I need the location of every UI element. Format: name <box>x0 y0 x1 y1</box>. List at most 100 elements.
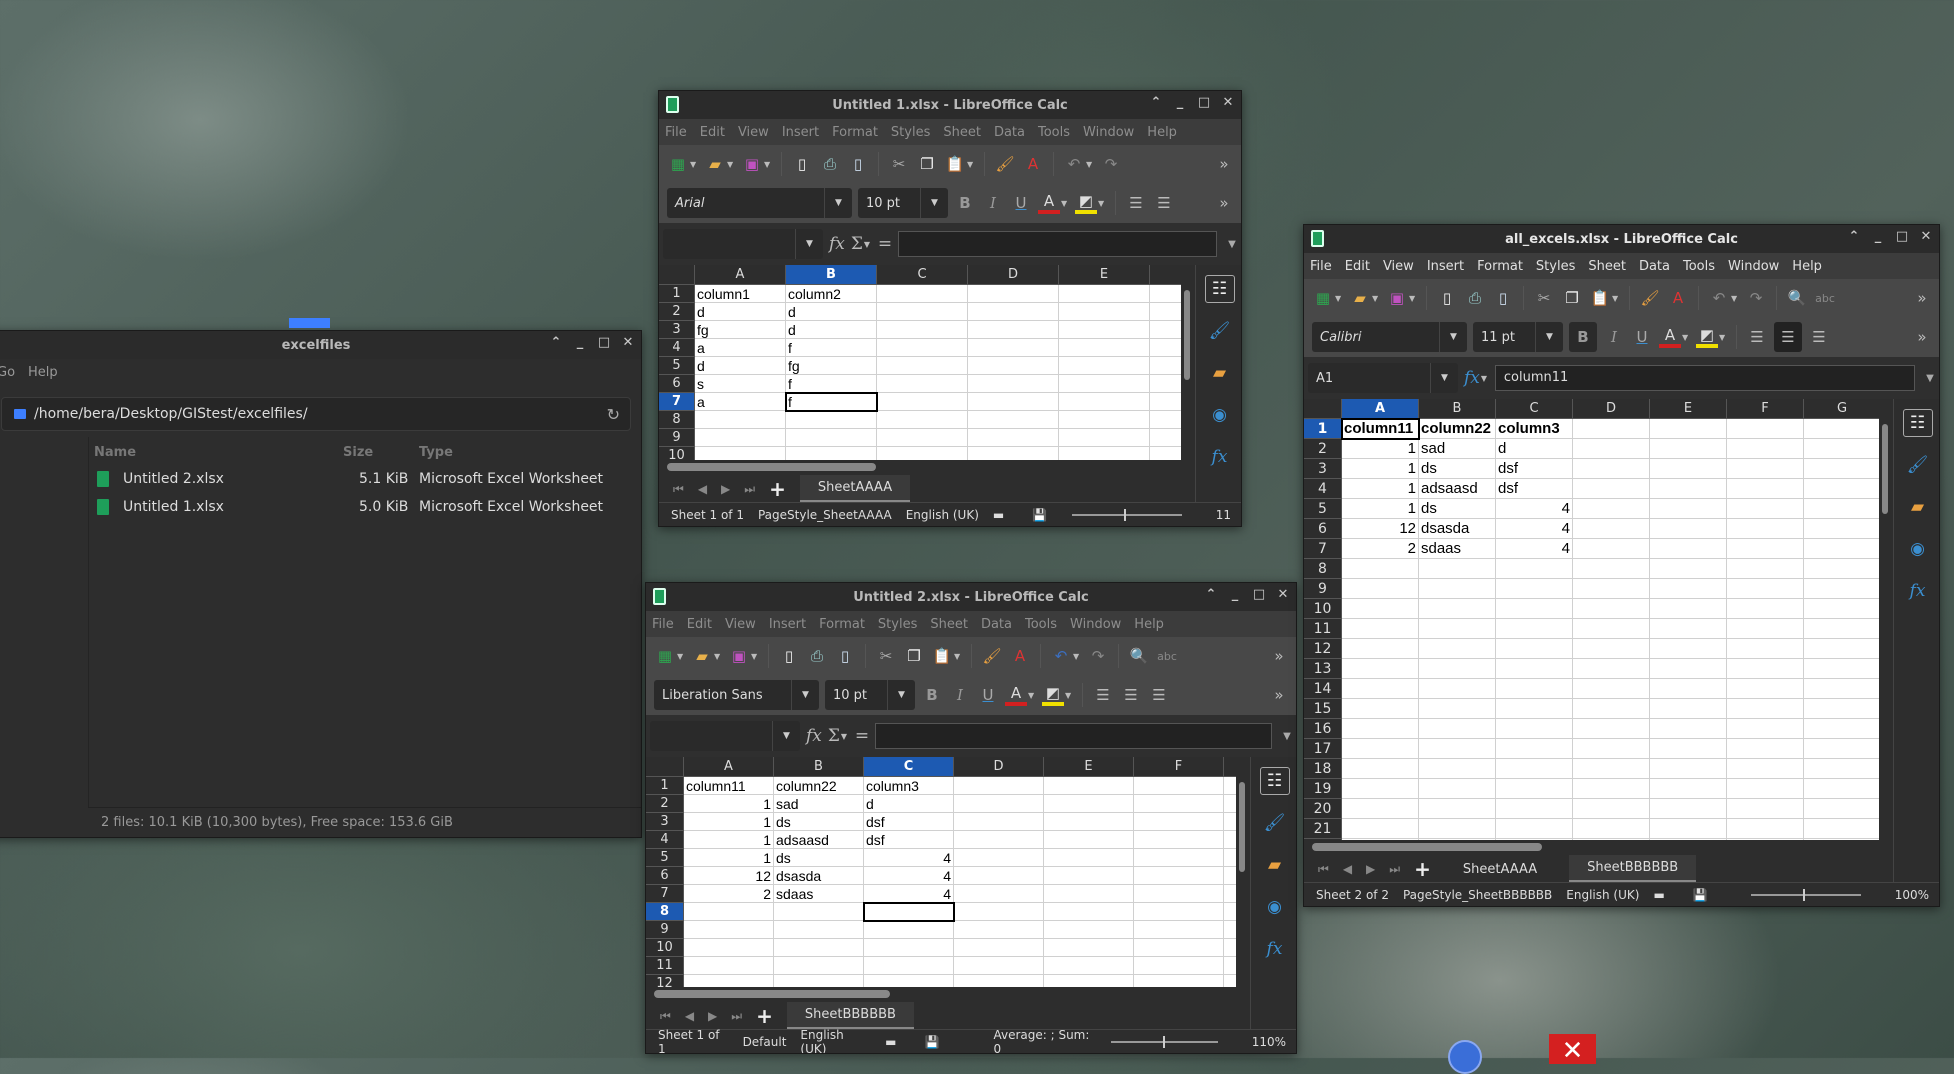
dropdown-arrow-icon[interactable]: ▼ <box>1073 652 1081 661</box>
dropdown-arrow-icon[interactable]: ▼ <box>1612 294 1620 303</box>
column-header[interactable]: B <box>1419 399 1496 419</box>
cell[interactable] <box>1727 659 1804 679</box>
cell[interactable] <box>1804 739 1879 759</box>
open-icon[interactable]: ▰ <box>704 153 726 175</box>
cell[interactable]: 1 <box>1342 439 1419 459</box>
cell[interactable]: 4 <box>1496 499 1573 519</box>
cell[interactable]: adsaasd <box>774 831 864 849</box>
cell[interactable] <box>1804 459 1879 479</box>
cell[interactable] <box>1650 539 1727 559</box>
cell[interactable] <box>1150 321 1181 339</box>
cell[interactable] <box>1059 339 1150 357</box>
cell[interactable] <box>1650 499 1727 519</box>
cell[interactable] <box>1727 839 1804 840</box>
menu-go[interactable]: Go <box>0 365 15 380</box>
cell[interactable] <box>1573 539 1650 559</box>
row-header[interactable]: 6 <box>1304 519 1342 539</box>
sheet-tab[interactable]: SheetBBBBBB <box>1569 855 1697 883</box>
overflow-icon[interactable]: » <box>1213 192 1235 214</box>
open-icon[interactable]: ▰ <box>691 645 713 667</box>
cell[interactable] <box>1224 957 1236 975</box>
print-preview-icon[interactable]: ▯ <box>834 645 856 667</box>
cell[interactable] <box>1573 679 1650 699</box>
cell[interactable] <box>1573 619 1650 639</box>
row-header[interactable]: 11 <box>646 957 684 975</box>
cell[interactable] <box>877 285 968 303</box>
menu-file[interactable]: File <box>652 617 674 632</box>
row-header[interactable]: 1 <box>1304 419 1342 439</box>
cell[interactable] <box>1134 957 1224 975</box>
shade-icon[interactable]: ⌃ <box>549 335 563 350</box>
cell[interactable] <box>1650 579 1727 599</box>
cell[interactable] <box>877 357 968 375</box>
corner-select-all[interactable] <box>1304 399 1342 419</box>
formula-input[interactable] <box>898 231 1217 257</box>
highlight-icon[interactable]: ◩ <box>1696 326 1718 348</box>
maximize-icon[interactable]: □ <box>1197 95 1211 110</box>
dropdown-arrow-icon[interactable]: ▼ <box>967 160 975 169</box>
cell[interactable] <box>954 939 1044 957</box>
dropdown-arrow-icon[interactable]: ▼ <box>677 652 685 661</box>
print-preview-icon[interactable]: ▯ <box>1492 287 1514 309</box>
dropdown-arrow-icon[interactable]: ▼ <box>1086 160 1094 169</box>
cell[interactable] <box>774 939 864 957</box>
selection-mode-icon[interactable]: ▬ <box>885 1035 896 1049</box>
menu-help[interactable]: Help <box>1792 259 1822 274</box>
cell[interactable]: d <box>864 795 954 813</box>
menu-insert[interactable]: Insert <box>782 125 819 140</box>
column-header[interactable]: E <box>1650 399 1727 419</box>
cell[interactable] <box>1650 679 1727 699</box>
taskbar-app-icon[interactable] <box>1448 1040 1482 1074</box>
align-left-icon[interactable]: ☰ <box>1746 326 1768 348</box>
close-icon[interactable]: ✕ <box>1919 229 1933 244</box>
cell[interactable] <box>1804 539 1879 559</box>
cell[interactable] <box>968 285 1059 303</box>
formula-input[interactable] <box>875 723 1272 749</box>
row-header[interactable]: 7 <box>1304 539 1342 559</box>
cell[interactable]: ds <box>774 849 864 867</box>
functions-icon[interactable]: fx <box>1903 577 1933 605</box>
cell[interactable] <box>1044 795 1134 813</box>
column-header[interactable]: D <box>968 265 1059 285</box>
sheet-tab[interactable]: SheetBBBBBB <box>786 1002 914 1030</box>
dropdown-arrow-icon[interactable]: ▼ <box>772 721 800 751</box>
cell[interactable] <box>1573 459 1650 479</box>
zoom-level[interactable]: 100% <box>1895 888 1929 902</box>
row-header[interactable]: 4 <box>659 339 695 357</box>
cell[interactable] <box>864 975 954 987</box>
open-icon[interactable]: ▰ <box>1349 287 1371 309</box>
menu-tools[interactable]: Tools <box>1038 125 1070 140</box>
cell[interactable]: f <box>786 393 877 411</box>
cell[interactable] <box>1804 719 1879 739</box>
shade-icon[interactable]: ⌃ <box>1847 229 1861 244</box>
menu-view[interactable]: View <box>1383 259 1414 274</box>
row-header[interactable]: 5 <box>659 357 695 375</box>
row-header[interactable]: 1 <box>659 285 695 303</box>
cell[interactable] <box>1419 639 1496 659</box>
dropdown-arrow-icon[interactable]: ▼ <box>1065 691 1073 700</box>
cell[interactable] <box>1419 699 1496 719</box>
zoom-level[interactable]: 11 <box>1216 508 1231 522</box>
cell[interactable]: dsf <box>1496 459 1573 479</box>
cell[interactable] <box>968 429 1059 447</box>
column-header[interactable]: A <box>1342 399 1419 419</box>
new-spreadsheet-icon[interactable]: ▦ <box>1312 287 1334 309</box>
cell[interactable] <box>954 777 1044 795</box>
menu-sheet[interactable]: Sheet <box>1588 259 1626 274</box>
cell[interactable] <box>1342 679 1419 699</box>
cell[interactable] <box>877 321 968 339</box>
styles-icon[interactable]: 🖌 <box>1903 451 1933 479</box>
cell[interactable] <box>1804 559 1879 579</box>
cell[interactable] <box>1650 819 1727 839</box>
cell[interactable] <box>1342 579 1419 599</box>
cut-icon[interactable]: ✂ <box>875 645 897 667</box>
row-header[interactable]: 2 <box>659 303 695 321</box>
cell[interactable] <box>1650 419 1727 439</box>
cell[interactable] <box>968 321 1059 339</box>
cell[interactable] <box>774 921 864 939</box>
cell[interactable] <box>1496 659 1573 679</box>
cell[interactable] <box>1342 619 1419 639</box>
cell[interactable] <box>1573 519 1650 539</box>
cell[interactable] <box>954 813 1044 831</box>
column-header-size[interactable]: Size <box>343 445 373 460</box>
